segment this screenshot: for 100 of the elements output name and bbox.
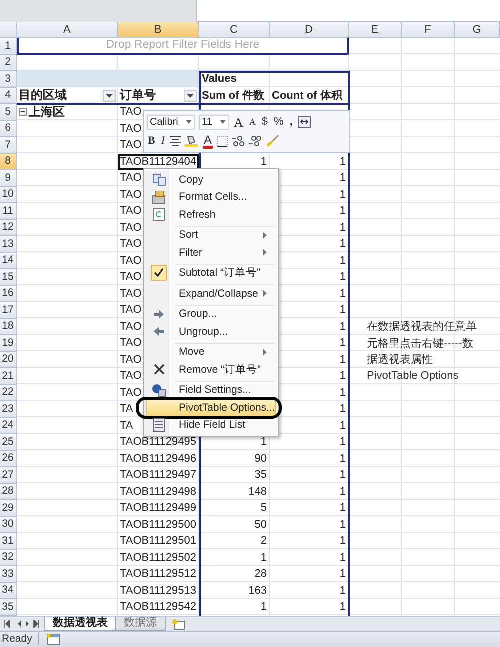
table-cell: 1 (340, 469, 346, 482)
row-header[interactable]: 26 (0, 450, 17, 467)
shrink-font-button[interactable]: A (248, 118, 257, 126)
font-size-field[interactable]: 11 (199, 114, 229, 130)
percent-button[interactable]: % (273, 116, 285, 128)
table-cell: 1 (340, 403, 346, 416)
comma-button[interactable]: , (288, 116, 294, 128)
row-header[interactable]: 32 (0, 550, 17, 566)
row-header[interactable]: 3 (0, 71, 17, 88)
row-header[interactable]: 16 (0, 286, 17, 302)
row-header[interactable]: 15 (0, 269, 17, 286)
table-cell: TAO (120, 188, 142, 201)
row-header[interactable]: 29 (0, 500, 17, 516)
row-header[interactable]: 25 (0, 434, 17, 450)
table-cell: 1 (340, 601, 346, 614)
row-header[interactable]: 17 (0, 302, 17, 318)
menu-item[interactable]: Refresh (146, 206, 276, 224)
row-header[interactable]: 18 (0, 318, 17, 335)
sheet-tab[interactable]: 数据源 (115, 616, 166, 630)
row-header[interactable]: 14 (0, 252, 17, 269)
table-cell: 163 (248, 584, 267, 597)
table-cell: 1 (340, 420, 346, 432)
table-cell: 1 (340, 254, 346, 267)
table-cell: 1 (340, 518, 346, 531)
row-header[interactable]: 2 (0, 54, 17, 71)
row-header[interactable]: 28 (0, 484, 17, 500)
submenu-arrow-icon (263, 290, 267, 298)
row-header[interactable]: 30 (0, 516, 17, 533)
column-header[interactable]: C (199, 22, 270, 38)
table-cell: TAO (120, 222, 142, 234)
row-header[interactable]: 27 (0, 467, 17, 484)
row-header[interactable]: 11 (0, 203, 17, 220)
column-header[interactable]: G (455, 22, 500, 38)
row-header[interactable]: 34 (0, 582, 17, 599)
row-header[interactable]: 4 (0, 88, 17, 104)
filter-dropdown-icon[interactable] (103, 90, 116, 102)
grow-font-button[interactable]: A (233, 116, 244, 128)
menu-item[interactable]: Copy (146, 171, 276, 188)
font-name-field[interactable]: Calibri (147, 114, 195, 130)
column-header[interactable]: E (349, 22, 402, 38)
table-cell: TAO (120, 205, 142, 218)
menu-item[interactable]: Ungroup... (146, 323, 276, 340)
row-header[interactable]: 31 (0, 533, 17, 550)
note-text: PivotTable Options (367, 370, 459, 382)
column-header[interactable]: B (118, 22, 199, 38)
menu-item[interactable]: Remove “订单号” (146, 361, 276, 378)
row-header[interactable]: 23 (0, 401, 17, 418)
macro-record-icon[interactable] (47, 634, 60, 645)
table-cell: 2 (260, 535, 267, 548)
copy-icon (152, 174, 166, 186)
row-header[interactable]: 13 (0, 236, 17, 252)
row-header[interactable]: 20 (0, 352, 17, 368)
fill-color-icon[interactable] (185, 135, 200, 147)
note-text: 元格里点击右键-----数 (367, 336, 474, 351)
row-header[interactable]: 22 (0, 384, 17, 401)
row-header[interactable]: 35 (0, 599, 17, 616)
column-header[interactable]: F (402, 22, 455, 38)
table-cell: TAOB11129498 (120, 486, 196, 498)
center-align-icon[interactable] (170, 136, 182, 146)
caret-icon[interactable] (220, 120, 226, 124)
row-header[interactable]: 21 (0, 368, 17, 384)
collapse-icon[interactable] (19, 108, 27, 116)
currency-button[interactable]: $ (260, 116, 270, 128)
field-label: 目的区域 (19, 87, 67, 104)
merge-cells-icon[interactable] (298, 116, 311, 128)
row-header[interactable]: 5 (0, 104, 17, 120)
font-color-button[interactable]: A (203, 134, 214, 148)
row-header[interactable]: 24 (0, 418, 17, 434)
table-cell: TAO (120, 238, 142, 250)
arrow-right-icon (154, 310, 164, 319)
row-header[interactable]: 33 (0, 566, 17, 582)
row-header[interactable]: 9 (0, 170, 17, 186)
row-header[interactable]: 7 (0, 137, 17, 154)
table-cell: 148 (248, 486, 267, 498)
row-header[interactable]: 1 (0, 38, 17, 54)
menu-item[interactable]: Format Cells... (146, 188, 276, 206)
borders-icon[interactable] (217, 136, 228, 146)
menu-item[interactable]: Filter (146, 244, 276, 262)
menu-item[interactable]: Hide Field List (146, 416, 276, 434)
filter-dropdown-icon[interactable] (184, 90, 197, 102)
table-cell: 35 (254, 469, 267, 482)
row-header[interactable]: 19 (0, 335, 17, 352)
new-sheet-icon[interactable] (172, 618, 186, 630)
table-cell: TAO (120, 106, 142, 118)
italic-button[interactable]: I (160, 136, 166, 146)
decrease-decimal-icon[interactable] (249, 136, 262, 146)
row-header[interactable]: 12 (0, 220, 17, 236)
row-header[interactable]: 10 (0, 186, 17, 203)
sheet-tab[interactable]: 数据透视表 (44, 616, 117, 630)
bold-button[interactable]: B (147, 136, 156, 146)
submenu-arrow-icon (263, 249, 267, 256)
row-header[interactable]: 6 (0, 120, 17, 137)
caret-icon[interactable] (186, 120, 192, 124)
table-cell: TAO (120, 304, 142, 316)
table-cell: 1 (340, 486, 346, 498)
column-header[interactable]: A (17, 22, 118, 38)
row-header[interactable]: 8 (0, 154, 17, 170)
column-header[interactable]: D (270, 22, 349, 38)
filter-drop-zone: Drop Report Filter Fields Here (17, 38, 349, 54)
increase-decimal-icon[interactable] (232, 136, 246, 146)
